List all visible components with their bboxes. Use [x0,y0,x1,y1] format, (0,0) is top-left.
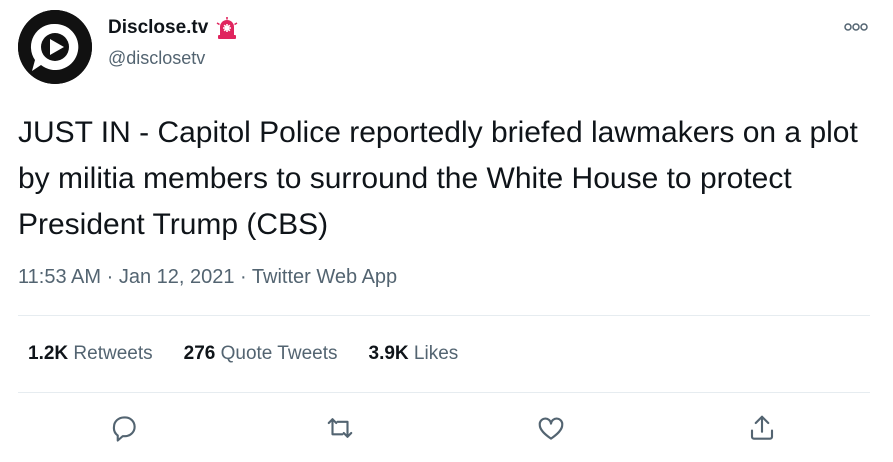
tweet-date[interactable]: Jan 12, 2021 [119,266,235,288]
tweet-meta: 11:53 AM · Jan 12, 2021 · Twitter Web Ap… [18,266,397,289]
display-name[interactable]: Disclose.tv [108,17,208,39]
meta-separator: · [106,266,114,288]
stat-label: Quote Tweets [220,343,338,364]
retweet-icon[interactable] [322,410,358,446]
stat-label: Retweets [73,343,153,364]
more-options-icon[interactable] [843,20,869,34]
play-bubble-logo-icon [18,10,92,84]
stat-count: 276 [183,343,216,364]
handle[interactable]: @disclosetv [108,48,205,69]
meta-separator: · [240,266,247,288]
reply-icon[interactable] [106,410,142,446]
tweet-stats: 1.2K Retweets 276 Quote Tweets 3.9K Like… [28,343,489,365]
stat-label: Likes [413,343,459,364]
tweet-actions [0,410,893,450]
stat-retweets[interactable]: 1.2K Retweets [28,343,153,365]
stat-count: 3.9K [368,343,409,364]
stat-quote-tweets[interactable]: 276 Quote Tweets [184,343,338,365]
name-row: Disclose.tv [108,16,239,40]
tweet-source[interactable]: Twitter Web App [252,266,397,288]
siren-icon [215,16,239,40]
stat-likes[interactable]: 3.9K Likes [369,343,459,365]
tweet-time[interactable]: 11:53 AM [18,266,101,288]
share-icon[interactable] [744,410,780,446]
divider [18,315,870,316]
divider [18,392,870,393]
stat-count: 1.2K [28,343,69,364]
like-icon[interactable] [533,410,569,446]
avatar[interactable] [18,10,92,84]
tweet-text: JUST IN - Capitol Police reportedly brie… [18,116,858,241]
